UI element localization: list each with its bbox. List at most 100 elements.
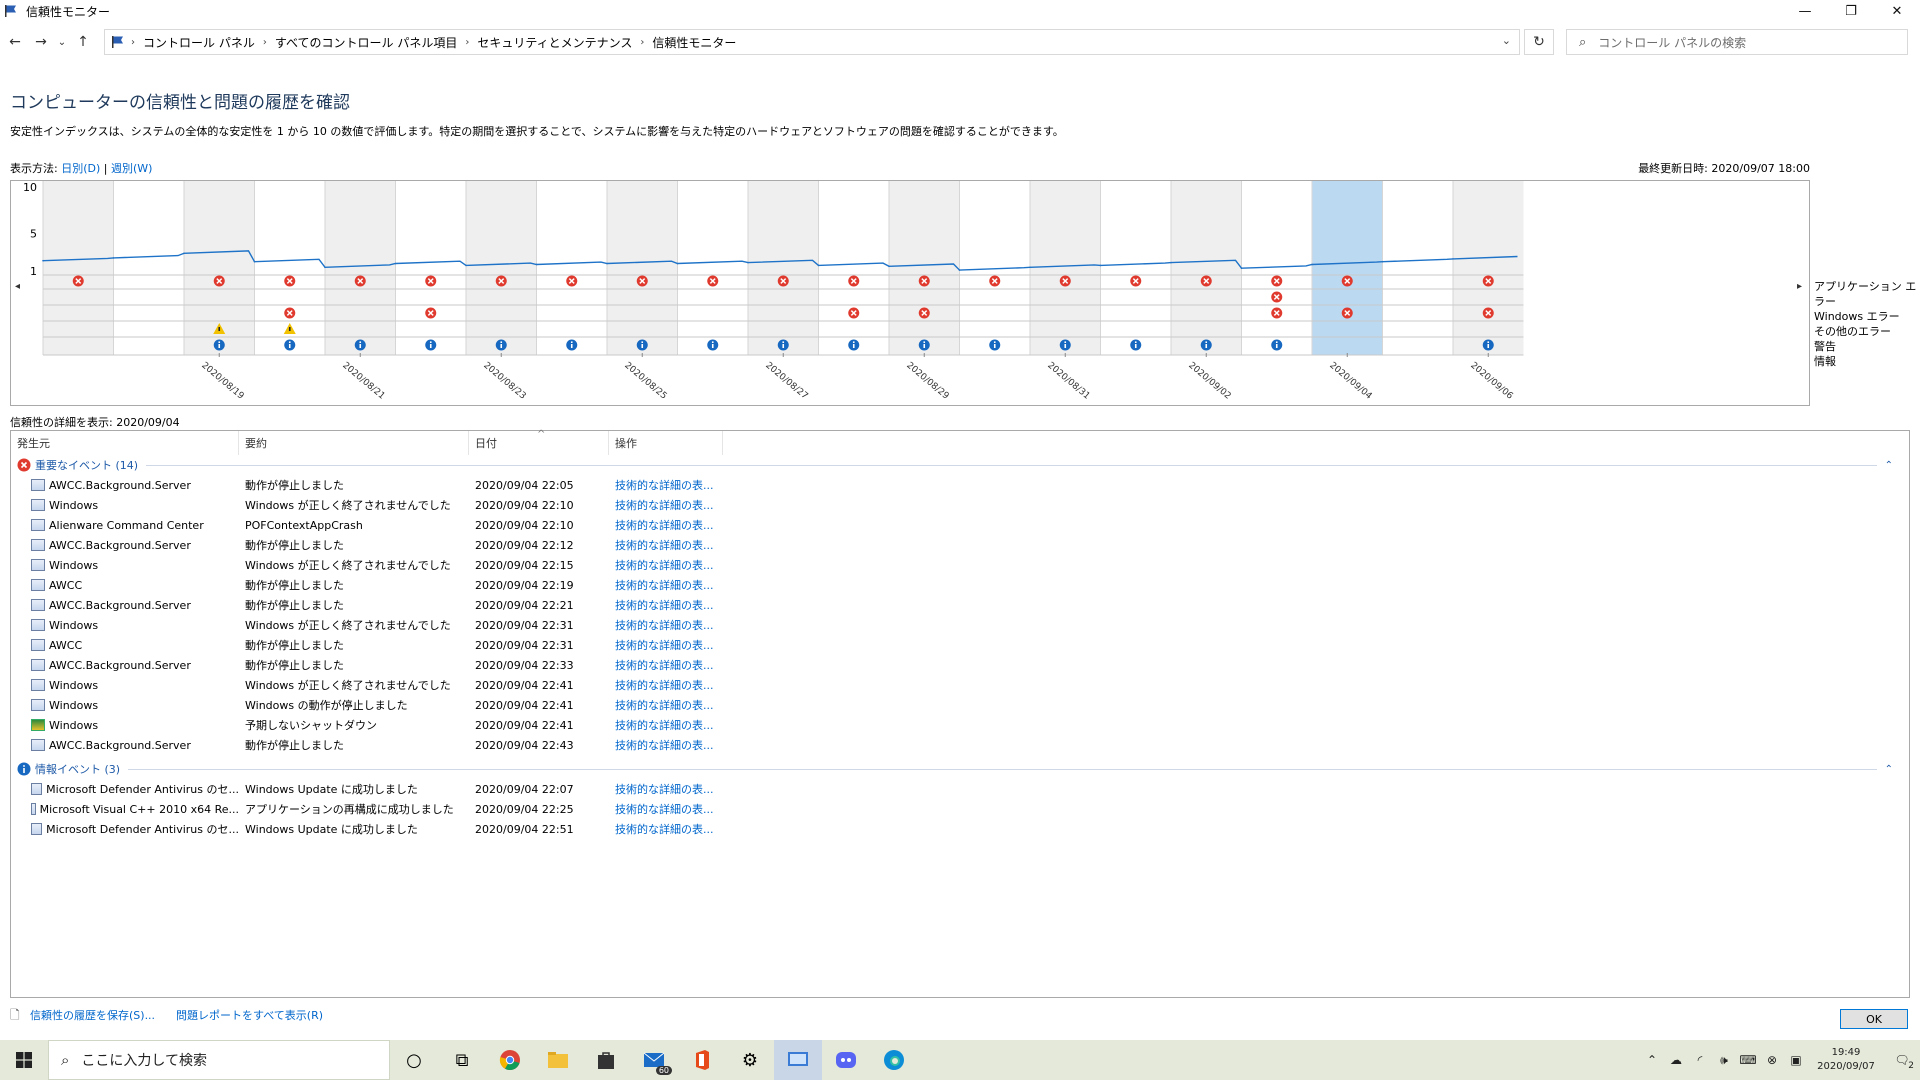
ime-icon[interactable]: ⊗ <box>1760 1053 1784 1067</box>
address-dropdown-icon[interactable]: ⌄ <box>1502 34 1511 47</box>
save-history-link[interactable]: 信頼性の履歴を保存(S)... <box>30 1007 155 1023</box>
technical-details-link[interactable]: 技術的な詳細の表... <box>609 717 749 733</box>
table-row[interactable]: Windows Windows が正しく終了されませんでした 2020/09/04 … <box>11 555 791 575</box>
close-button[interactable]: ✕ <box>1874 0 1920 22</box>
collapse-icon[interactable]: ⌃ <box>1885 460 1893 471</box>
column-source[interactable]: 発生元 <box>11 431 239 455</box>
technical-details-link[interactable]: 技術的な詳細の表... <box>609 497 749 513</box>
technical-details-link[interactable]: 技術的な詳細の表... <box>609 657 749 673</box>
table-row[interactable]: AWCC 動作が停止しました 2020/09/04 22:19 技術的な詳細の表... <box>11 575 791 595</box>
taskbar-search-input[interactable]: ⌕ ここに入力して検索 <box>48 1040 390 1080</box>
view-all-reports-link[interactable]: 問題レポートをすべて表示(R) <box>176 1007 323 1023</box>
technical-details-link[interactable]: 技術的な詳細の表... <box>609 697 749 713</box>
cell-source: AWCC.Background.Server <box>11 479 239 492</box>
scroll-right-icon[interactable]: ▸ <box>1797 281 1802 292</box>
table-row[interactable]: Windows Windows の動作が停止しました 2020/09/04 22:4… <box>11 695 791 715</box>
table-row[interactable]: AWCC.Background.Server 動作が停止しました 2020/09/0… <box>11 475 791 495</box>
technical-details-link[interactable]: 技術的な詳細の表... <box>609 577 749 593</box>
technical-details-link[interactable]: 技術的な詳細の表... <box>609 781 749 797</box>
table-row[interactable]: Windows 予期しないシャットダウン 2020/09/04 22:41 技術的な詳… <box>11 715 791 735</box>
volume-icon[interactable]: 🕪 <box>1712 1053 1736 1068</box>
info-mark <box>852 344 855 348</box>
mail-icon[interactable]: 60 <box>630 1040 678 1080</box>
table-row[interactable]: Microsoft Visual C++ 2010 x64 Re... アプリケー… <box>11 799 791 819</box>
wifi-icon[interactable]: ◜ <box>1688 1053 1712 1067</box>
breadcrumb-all-items[interactable]: すべてのコントロール パネル項目 <box>275 34 458 51</box>
technical-details-link[interactable]: 技術的な詳細の表... <box>609 517 749 533</box>
clock[interactable]: 19:49 2020/09/07 <box>1808 1046 1884 1074</box>
breadcrumb-security-maintenance[interactable]: セキュリティとメンテナンス <box>477 34 632 51</box>
flag-icon <box>5 5 16 17</box>
table-row[interactable]: Windows Windows が正しく終了されませんでした 2020/09/04 … <box>11 675 791 695</box>
maximize-button[interactable]: ❐ <box>1828 0 1874 22</box>
search-input[interactable]: ⌕ コントロール パネルの検索 <box>1566 29 1908 55</box>
address-bar[interactable]: › コントロール パネル › すべてのコントロール パネル項目 › セキュリティ… <box>104 29 1520 55</box>
stability-point <box>747 261 749 264</box>
up-button[interactable]: ↑ <box>72 30 94 54</box>
keyboard-icon[interactable]: ⌨ <box>1736 1053 1760 1067</box>
table-row[interactable]: AWCC.Background.Server 動作が停止しました 2020/09/0… <box>11 655 791 675</box>
chrome-icon[interactable] <box>486 1040 534 1080</box>
reliability-chart[interactable]: 10 5 1 2020/08/19 2020/08/21 2020/08/23 2020/0… <box>10 180 1810 406</box>
cloud-icon[interactable]: ☁ <box>1664 1053 1688 1067</box>
technical-details-link[interactable]: 技術的な詳細の表... <box>609 821 749 837</box>
view-daily-link[interactable]: 日別(D) <box>61 162 100 175</box>
technical-details-link[interactable]: 技術的な詳細の表... <box>609 677 749 693</box>
file-explorer-icon[interactable] <box>534 1040 582 1080</box>
technical-details-link[interactable]: 技術的な詳細の表... <box>609 617 749 633</box>
tray-chevron-icon[interactable]: ⌃ <box>1640 1053 1664 1067</box>
discord-icon[interactable] <box>822 1040 870 1080</box>
recent-locations-button[interactable]: ⌄ <box>56 30 68 54</box>
table-row[interactable]: AWCC.Background.Server 動作が停止しました 2020/09/0… <box>11 735 791 755</box>
control-panel-taskbar-icon[interactable] <box>774 1040 822 1080</box>
table-row[interactable]: Microsoft Defender Antivirus のセ... Window… <box>11 779 791 799</box>
back-button[interactable]: ← <box>4 30 26 54</box>
notifications-icon[interactable]: 🗨 2 <box>1884 1053 1920 1071</box>
technical-details-link[interactable]: 技術的な詳細の表... <box>609 737 749 753</box>
critical-events-group[interactable]: 重要なイベント (14) ⌃ <box>17 457 1893 473</box>
table-row[interactable]: Alienware Command Center POFContextAppCra… <box>11 515 791 535</box>
stability-point <box>1240 267 1243 269</box>
office-icon[interactable] <box>678 1040 726 1080</box>
collapse-icon[interactable]: ⌃ <box>1885 764 1893 775</box>
technical-details-link[interactable]: 技術的な詳細の表... <box>609 557 749 573</box>
cortana-icon[interactable]: ○ <box>390 1040 438 1080</box>
technical-details-link[interactable]: 技術的な詳細の表... <box>609 637 749 653</box>
cell-source: Windows <box>11 499 239 512</box>
table-row[interactable]: Windows Windows が正しく終了されませんでした 2020/09/04 … <box>11 615 791 635</box>
scroll-left-icon[interactable]: ◂ <box>15 281 20 292</box>
technical-details-link[interactable]: 技術的な詳細の表... <box>609 537 749 553</box>
info-events-group[interactable]: 情報イベント (3) ⌃ <box>17 761 1893 777</box>
language-icon[interactable]: ▣ <box>1784 1053 1808 1067</box>
start-button[interactable] <box>0 1040 48 1080</box>
table-row[interactable]: AWCC 動作が停止しました 2020/09/04 22:31 技術的な詳細の表... <box>11 635 791 655</box>
column-summary[interactable]: 要約 <box>239 431 469 455</box>
table-row[interactable]: AWCC.Background.Server 動作が停止しました 2020/09/0… <box>11 535 791 555</box>
view-weekly-link[interactable]: 週別(W) <box>111 162 152 175</box>
info-mark <box>641 344 644 348</box>
store-icon[interactable] <box>582 1040 630 1080</box>
table-row[interactable]: Windows Windows が正しく終了されませんでした 2020/09/04 … <box>11 495 791 515</box>
refresh-button[interactable]: ↻ <box>1524 29 1554 55</box>
table-row[interactable]: AWCC.Background.Server 動作が停止しました 2020/09/0… <box>11 595 791 615</box>
ok-button[interactable]: OK <box>1840 1009 1908 1029</box>
page-description: 安定性インデックスは、システムの全体的な安定性を 1 から 10 の数値で評価し… <box>10 125 1064 138</box>
application-icon <box>31 803 36 815</box>
task-view-icon[interactable]: ⧉ <box>438 1040 486 1080</box>
table-row[interactable]: Microsoft Defender Antivirus のセ... Window… <box>11 819 791 839</box>
technical-details-link[interactable]: 技術的な詳細の表... <box>609 597 749 613</box>
technical-details-link[interactable]: 技術的な詳細の表... <box>609 801 749 817</box>
forward-button[interactable]: → <box>30 30 52 54</box>
x-tick-label: 2020/08/21 <box>340 361 386 402</box>
minimize-button[interactable]: — <box>1782 0 1828 22</box>
info-dot <box>288 341 291 343</box>
edge-icon[interactable] <box>870 1040 918 1080</box>
technical-details-link[interactable]: 技術的な詳細の表... <box>609 477 749 493</box>
breadcrumb-control-panel[interactable]: コントロール パネル <box>143 34 255 51</box>
breadcrumb-reliability-monitor[interactable]: 信頼性モニター <box>652 34 736 51</box>
warning-mark <box>218 327 221 331</box>
column-action[interactable]: 操作 <box>609 431 723 455</box>
source-text: Windows <box>49 678 99 692</box>
info-mark <box>1205 344 1208 348</box>
settings-gear-icon[interactable]: ⚙ <box>726 1040 774 1080</box>
